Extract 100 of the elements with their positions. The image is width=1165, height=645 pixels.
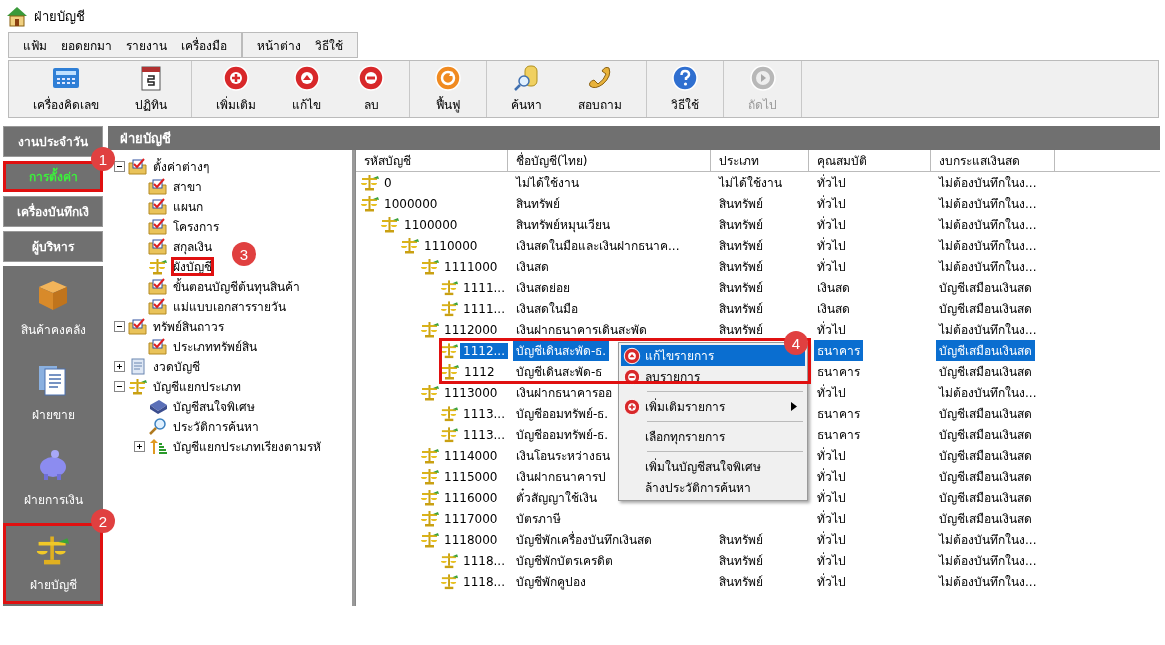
scale-icon: [440, 426, 459, 443]
account-code[interactable]: 1111...: [460, 279, 508, 296]
table-cell-text: เงินฝากธนาคารป: [515, 469, 607, 486]
menu-item[interactable]: ลบรายการ: [621, 366, 805, 387]
column-header[interactable]: ชื่อบัญชี(ไทย): [508, 150, 711, 171]
menu-item[interactable]: เพิ่มในบัญชีสนใจพิเศษ: [621, 456, 805, 477]
tree-item[interactable]: สกุลเงิน: [171, 236, 214, 256]
search-icon: [148, 417, 168, 435]
tree-item[interactable]: แผนก: [171, 196, 205, 216]
tree-item[interactable]: ผังบัญชี: [171, 256, 214, 276]
table-cell-text: สินทรัพย์: [718, 301, 764, 318]
menu-item[interactable]: เครื่องมือ: [181, 35, 227, 55]
toolbar-button[interactable]: ปฏิทิน: [117, 61, 185, 117]
tree-item[interactable]: โครงการ: [171, 216, 221, 236]
table-cell-text: ทั่วไป: [816, 173, 847, 192]
tree-item[interactable]: ขั้นตอนบัญชีต้นทุนสินค้า: [171, 276, 302, 296]
account-code[interactable]: 1111000: [441, 258, 501, 275]
scale-icon: [440, 279, 459, 296]
toolbar-button[interactable]: เครื่องคิดเลข: [15, 61, 117, 117]
table-cell-text: เงินฝากธนาคารออ: [515, 385, 613, 402]
account-code[interactable]: 1118...: [460, 573, 508, 590]
tree-item[interactable]: งวดบัญชี: [151, 356, 202, 376]
account-code[interactable]: 1118...: [460, 552, 508, 569]
scale-icon: [440, 405, 459, 422]
menu-item[interactable]: เพิ่มเติมรายการ: [621, 396, 805, 417]
tree-item[interactable]: ประเภททรัพย์สิน: [171, 336, 259, 356]
column-header[interactable]: รหัสบัญชี: [356, 150, 508, 171]
scale-icon: [440, 363, 460, 380]
toolbar-button[interactable]: ค้นหา: [493, 61, 560, 117]
account-code[interactable]: 1100000: [401, 216, 461, 233]
menu-item[interactable]: แฟ้ม: [23, 35, 47, 55]
toolbar-button[interactable]: ลบ: [339, 61, 403, 117]
account-code[interactable]: 1113...: [460, 426, 508, 443]
panel-title: ฝ่ายบัญชี: [108, 126, 1160, 150]
table-cell-text: ไม่ได้ใช้งาน: [514, 175, 580, 192]
tree-item[interactable]: บัญชีแยกประเภทเรียงตามรหั: [171, 436, 323, 456]
collapse-icon[interactable]: [114, 160, 125, 172]
account-code[interactable]: 1110000: [421, 237, 481, 254]
tree-item[interactable]: แม่แบบเอกสารรายวัน: [171, 296, 288, 316]
scale-icon: [440, 573, 459, 590]
table-cell-text: บัญชีพักคูปอง: [515, 574, 587, 592]
tree-item[interactable]: ประวัติการค้นหา: [171, 416, 261, 436]
menu-item[interactable]: วิธีใช้: [315, 35, 343, 55]
toolbar-button[interactable]: เพิ่มเติม: [198, 61, 274, 117]
table-cell-text: สินทรัพย์: [718, 322, 764, 339]
account-code[interactable]: 1112: [461, 363, 498, 380]
account-code[interactable]: 0: [381, 174, 395, 191]
expand-icon[interactable]: [114, 360, 125, 372]
tree-item[interactable]: บัญชีแยกประเภท: [151, 376, 243, 396]
menu-item[interactable]: ล้างประวัติการค้นหา: [621, 477, 805, 498]
expand-icon[interactable]: [134, 440, 145, 452]
menu-item[interactable]: เลือกทุกรายการ: [621, 426, 805, 447]
toolbar-button[interactable]: แก้ไข: [274, 61, 339, 117]
toolbar-button[interactable]: ฟื้นฟู: [416, 61, 480, 117]
collapse-icon[interactable]: [114, 320, 125, 332]
refresh-icon: [434, 64, 462, 92]
tree-item[interactable]: ทรัพย์สินถาวร: [151, 316, 226, 336]
account-code[interactable]: 1115000: [441, 468, 501, 485]
account-code[interactable]: 1113000: [441, 384, 501, 401]
nav-tab[interactable]: เครื่องบันทึกเงิ: [3, 196, 103, 227]
menu-item[interactable]: ยอดยกมา: [61, 35, 112, 55]
account-code[interactable]: 1112000: [441, 321, 501, 338]
menu-item[interactable]: รายงาน: [126, 35, 167, 55]
column-header[interactable]: งบกระแสเงินสด: [931, 150, 1055, 171]
table-cell-text: บัญชีออมทรัพย์-ธ.: [515, 406, 610, 423]
table-cell-text: ไม่ต้องบันทึกในง...: [937, 322, 1038, 339]
toolbar-button[interactable]: วิธีใช้: [653, 61, 717, 117]
tree-item[interactable]: บัญชีสนใจพิเศษ: [171, 396, 257, 416]
scale-icon: [360, 174, 380, 191]
table-cell-text: ทั่วไป: [816, 488, 847, 507]
table-cell-text: บัญชีพักเครื่องบันทึกเงินสด: [515, 530, 653, 549]
collapse-icon[interactable]: [114, 380, 125, 392]
account-code[interactable]: 1112...: [460, 342, 508, 359]
account-code[interactable]: 1116000: [441, 489, 501, 506]
table-cell-text: ไม่ได้ใช้งาน: [717, 175, 783, 192]
table-cell-text: ไม่ต้องบันทึกในง...: [937, 196, 1038, 213]
table-cell-text: บัญชีเสมือนเงินสด: [938, 301, 1033, 318]
table-cell-text: เงินสด: [816, 280, 851, 297]
tree-item[interactable]: สาขา: [171, 176, 204, 196]
table-cell-text: บัญชีเสมือนเงินสด: [938, 511, 1033, 528]
nav-tab[interactable]: ผู้บริหาร: [3, 231, 103, 262]
module-button[interactable]: สินค้าคงคลัง: [3, 268, 103, 349]
account-code[interactable]: 1113...: [460, 405, 508, 422]
account-code[interactable]: 1118000: [441, 531, 501, 548]
column-header[interactable]: ประเภท: [711, 150, 809, 171]
module-button[interactable]: ฝ่ายขาย: [3, 353, 103, 434]
account-code[interactable]: 1117000: [441, 510, 501, 527]
account-code[interactable]: 1114000: [441, 447, 501, 464]
table-cell: ธนาคาร: [814, 340, 863, 361]
account-code[interactable]: 1000000: [381, 195, 441, 212]
scale-icon: [128, 377, 148, 395]
folder-check-icon: [148, 297, 168, 315]
column-header[interactable]: คุณสมบัติ: [809, 150, 931, 171]
toolbar-button[interactable]: สอบถาม: [560, 61, 640, 117]
table-cell-text: ไม่ต้องบันทึกในง...: [937, 238, 1038, 255]
callout-badge: 3: [232, 242, 256, 266]
menu-item[interactable]: หน้าต่าง: [257, 35, 301, 55]
scale-icon: [420, 321, 440, 338]
tree-item[interactable]: ตั้งค่าต่างๆ: [151, 156, 211, 176]
account-code[interactable]: 1111...: [460, 300, 508, 317]
